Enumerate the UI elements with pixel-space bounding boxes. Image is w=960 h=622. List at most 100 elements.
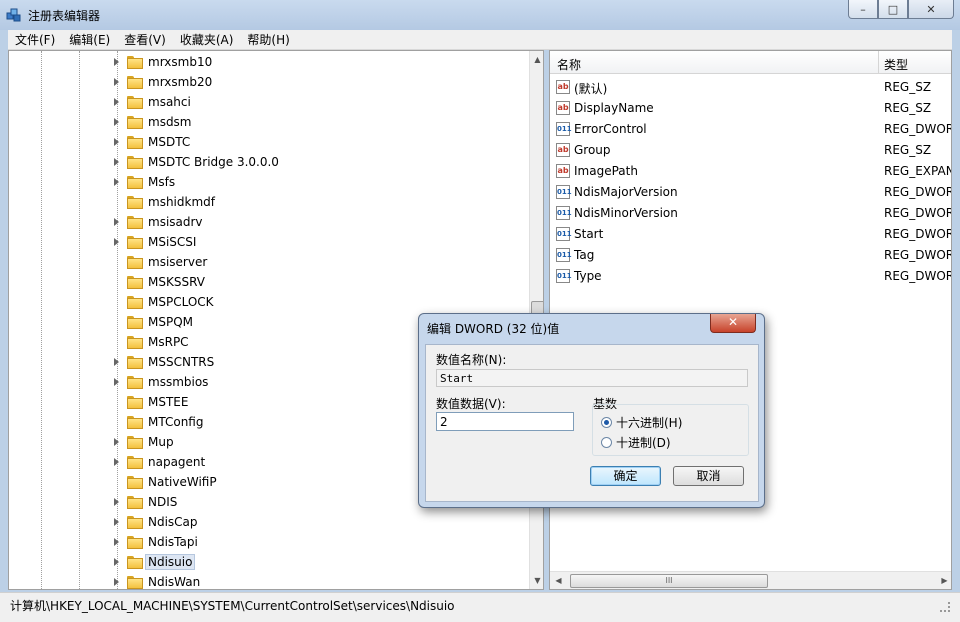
close-button[interactable]: ✕ — [908, 0, 954, 19]
tree-item[interactable]: MSDTC — [9, 133, 529, 153]
value-type: REG_DWORD — [884, 248, 951, 262]
radio-decimal[interactable]: 十进制(D) — [601, 434, 671, 450]
value-row[interactable]: ab ImagePath REG_EXPAND_SZ — [550, 161, 951, 182]
column-header-type[interactable]: 类型 — [884, 56, 908, 73]
tree-item[interactable]: NdisCap — [9, 513, 529, 533]
value-name: Tag — [574, 248, 595, 262]
title-bar: 注册表编辑器 – □ ✕ — [0, 0, 960, 30]
tree-item[interactable]: Ndisuio — [9, 553, 529, 573]
folder-icon — [127, 336, 143, 349]
tree-item[interactable]: msiserver — [9, 253, 529, 273]
binary-value-icon: 011 — [556, 122, 572, 136]
tree-item[interactable]: MSKSSRV — [9, 273, 529, 293]
tree-item-label: Msfs — [148, 175, 176, 189]
value-type: REG_SZ — [884, 143, 932, 157]
dialog-title: 编辑 DWORD (32 位)值 — [427, 322, 560, 336]
expand-arrow-icon[interactable] — [114, 138, 119, 146]
expand-arrow-icon[interactable] — [114, 238, 119, 246]
radio-checked-icon[interactable] — [601, 416, 612, 428]
menu-file[interactable]: 文件(F) — [8, 31, 62, 48]
dialog-close-button[interactable]: ✕ — [710, 314, 756, 333]
folder-icon — [127, 276, 143, 289]
ok-button[interactable]: 确定 — [590, 466, 661, 486]
value-row[interactable]: 011ErrorControl REG_DWORD — [550, 119, 951, 140]
resize-grip-icon[interactable] — [940, 602, 950, 612]
expand-arrow-icon[interactable] — [114, 118, 119, 126]
scroll-right-arrow-icon[interactable]: ▶ — [936, 572, 951, 589]
cancel-button[interactable]: 取消 — [673, 466, 744, 486]
value-name: Start — [574, 227, 604, 241]
folder-icon — [127, 376, 143, 389]
tree-item[interactable]: NdisWan — [9, 573, 529, 589]
expand-arrow-icon[interactable] — [114, 558, 119, 566]
radio-hexadecimal[interactable]: 十六进制(H) — [601, 414, 682, 430]
expand-arrow-icon[interactable] — [114, 158, 119, 166]
radio-unchecked-icon[interactable] — [601, 436, 612, 448]
menu-view[interactable]: 查看(V) — [117, 31, 173, 48]
expand-arrow-icon[interactable] — [114, 218, 119, 226]
tree-item[interactable]: mshidkmdf — [9, 193, 529, 213]
folder-icon — [127, 476, 143, 489]
value-name: Type — [574, 269, 602, 283]
folder-icon — [127, 576, 143, 589]
maximize-button[interactable]: □ — [878, 0, 908, 19]
value-name: (默认) — [574, 82, 608, 96]
value-data-input[interactable] — [436, 412, 574, 431]
folder-icon — [127, 116, 143, 129]
value-row[interactable]: ab Group REG_SZ — [550, 140, 951, 161]
tree-item[interactable]: mrxsmb20 — [9, 73, 529, 93]
string-value-icon: ab — [556, 143, 570, 157]
tree-item[interactable]: Msfs — [9, 173, 529, 193]
tree-item[interactable]: msahci — [9, 93, 529, 113]
value-type: REG_DWORD — [884, 185, 951, 199]
expand-arrow-icon[interactable] — [114, 58, 119, 66]
string-value-icon: ab — [556, 101, 570, 115]
window-title: 注册表编辑器 — [28, 9, 101, 23]
folder-icon — [127, 196, 143, 209]
value-row[interactable]: 011Start REG_DWORD — [550, 224, 951, 245]
expand-arrow-icon[interactable] — [114, 78, 119, 86]
value-row[interactable]: 011NdisMajorVersion REG_DWORD — [550, 182, 951, 203]
scroll-up-arrow-icon[interactable]: ▲ — [530, 51, 543, 68]
scroll-down-arrow-icon[interactable]: ▼ — [530, 572, 543, 589]
minimize-button[interactable]: – — [848, 0, 878, 19]
value-row[interactable]: 011NdisMinorVersion REG_DWORD — [550, 203, 951, 224]
string-value-icon: ab — [556, 80, 570, 94]
folder-icon — [127, 516, 143, 529]
tree-item-label: msdsm — [148, 115, 192, 129]
value-row[interactable]: ab (默认) REG_SZ — [550, 77, 951, 98]
binary-value-icon: 011 — [556, 206, 572, 220]
expand-arrow-icon[interactable] — [114, 378, 119, 386]
menu-help[interactable]: 帮助(H) — [240, 31, 296, 48]
expand-arrow-icon[interactable] — [114, 538, 119, 546]
menu-edit[interactable]: 编辑(E) — [62, 31, 117, 48]
tree-item[interactable]: msdsm — [9, 113, 529, 133]
expand-arrow-icon[interactable] — [114, 98, 119, 106]
tree-item[interactable]: NdisTapi — [9, 533, 529, 553]
tree-item-label: MSPCLOCK — [148, 295, 214, 309]
values-horizontal-scrollbar[interactable]: ◀ III ▶ — [550, 571, 951, 589]
tree-item[interactable]: mrxsmb10 — [9, 53, 529, 73]
column-header-name[interactable]: 名称 — [557, 56, 581, 73]
expand-arrow-icon[interactable] — [114, 498, 119, 506]
value-row[interactable]: 011Tag REG_DWORD — [550, 245, 951, 266]
scroll-thumb[interactable]: III — [570, 574, 768, 588]
tree-item[interactable]: MSDTC Bridge 3.0.0.0 — [9, 153, 529, 173]
expand-arrow-icon[interactable] — [114, 178, 119, 186]
tree-item-label: mrxsmb10 — [148, 55, 213, 69]
value-row[interactable]: 011Type REG_DWORD — [550, 266, 951, 287]
value-row[interactable]: ab DisplayName REG_SZ — [550, 98, 951, 119]
tree-item[interactable]: MSiSCSI — [9, 233, 529, 253]
expand-arrow-icon[interactable] — [114, 438, 119, 446]
menu-favorites[interactable]: 收藏夹(A) — [173, 31, 241, 48]
value-name: ImagePath — [574, 164, 638, 178]
expand-arrow-icon[interactable] — [114, 458, 119, 466]
tree-item[interactable]: MSPCLOCK — [9, 293, 529, 313]
expand-arrow-icon[interactable] — [114, 578, 119, 586]
tree-item-label: NdisTapi — [148, 535, 198, 549]
expand-arrow-icon[interactable] — [114, 518, 119, 526]
expand-arrow-icon[interactable] — [114, 358, 119, 366]
tree-item[interactable]: msisadrv — [9, 213, 529, 233]
scroll-left-arrow-icon[interactable]: ◀ — [550, 572, 567, 589]
value-name-label: 数值名称(N): — [436, 353, 507, 367]
